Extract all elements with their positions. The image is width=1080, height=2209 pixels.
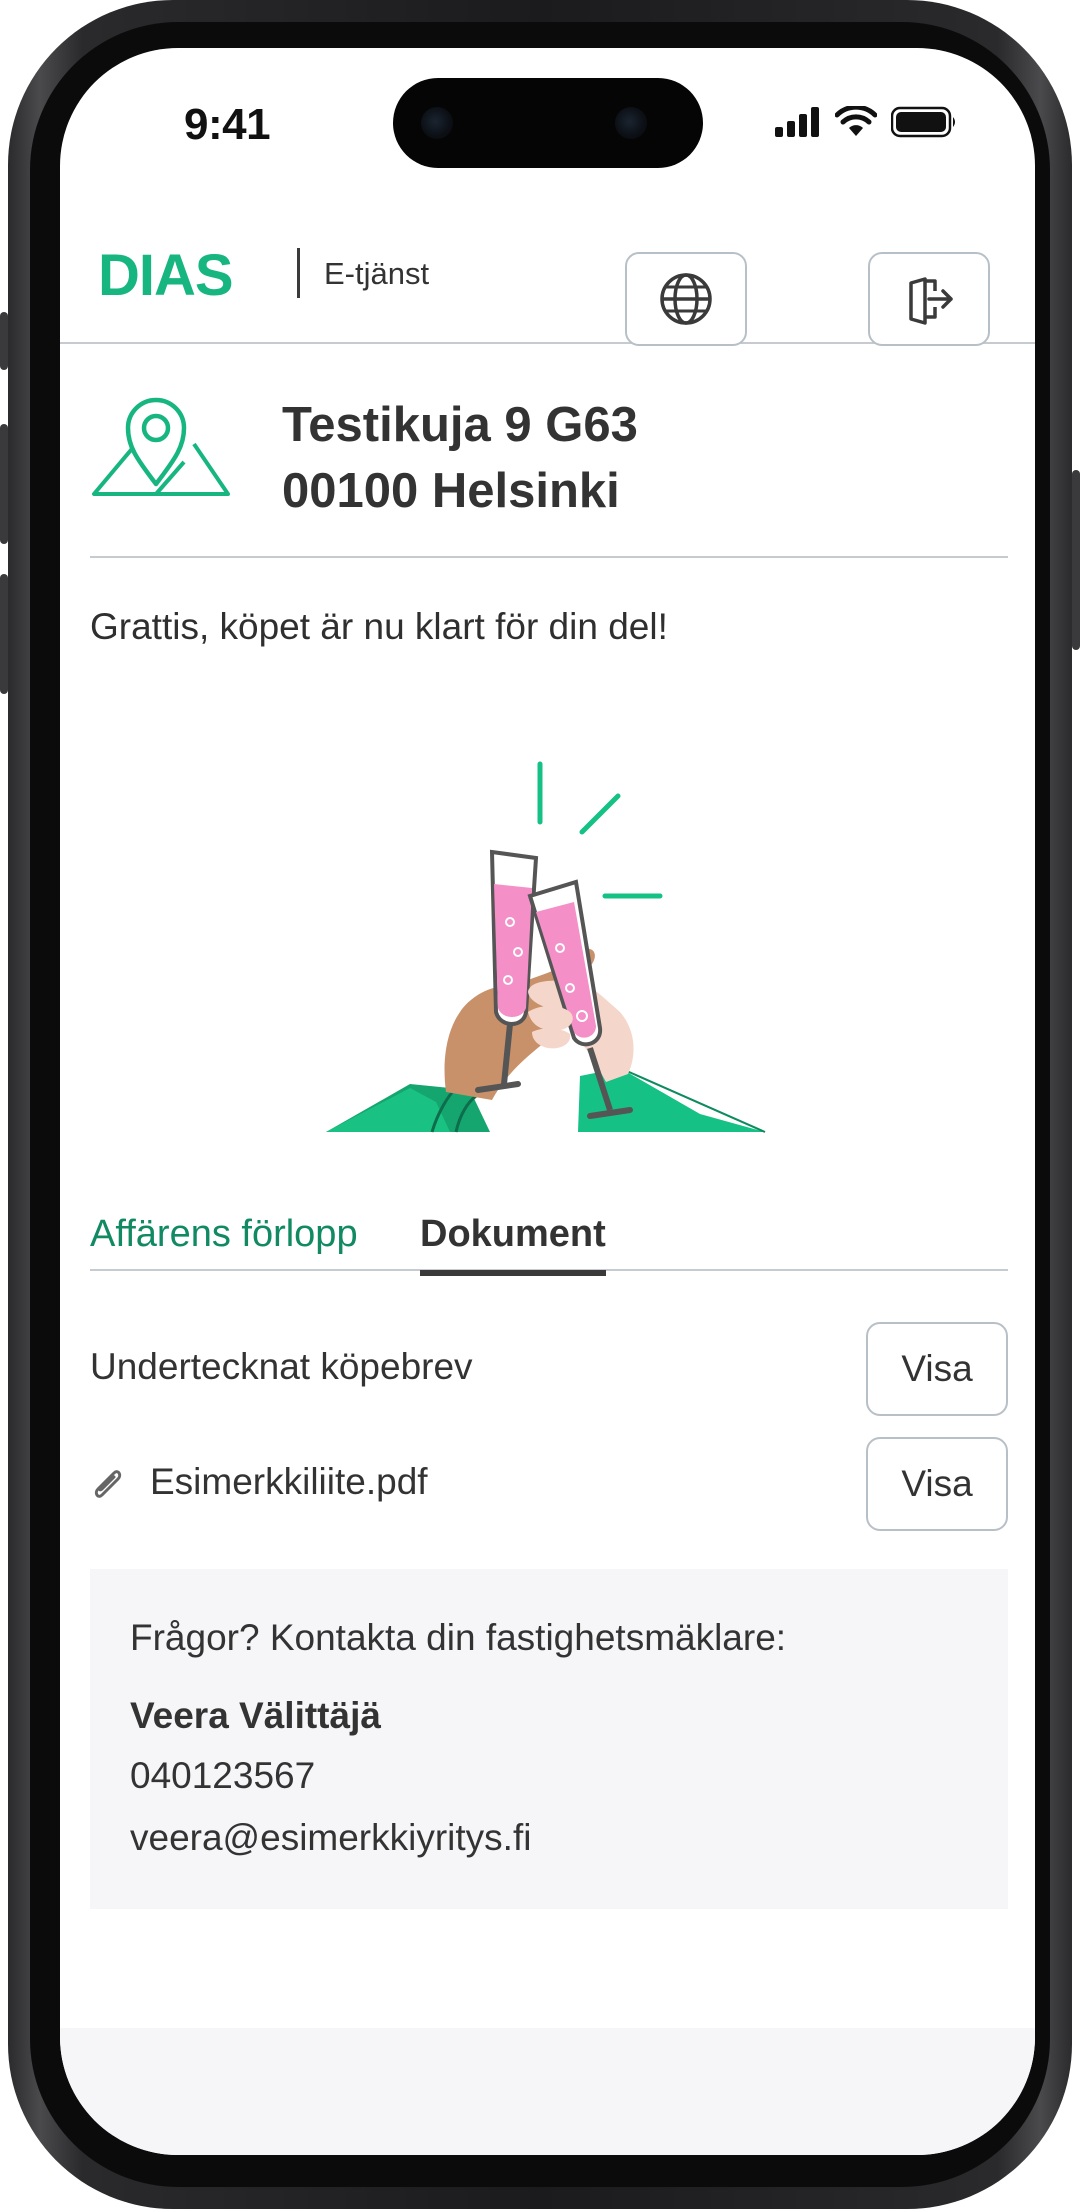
globe-icon [660, 273, 712, 325]
view-attachment-button[interactable]: Visa [866, 1437, 1008, 1531]
document-name: Undertecknat köpebrev [90, 1346, 473, 1387]
power-button [1072, 470, 1080, 650]
signal-icon [775, 107, 819, 137]
address-line-1: Testikuja 9 G63 [282, 398, 638, 452]
tab-affarens-forlopp[interactable]: Affärens förlopp [90, 1213, 358, 1256]
document-row: Undertecknat köpebrev Visa [90, 1322, 1008, 1416]
contact-question: Frågor? Kontakta din fastighetsmäklare: [130, 1617, 787, 1658]
service-name: E-tjänst [324, 256, 430, 291]
agent-phone[interactable]: 040123567 [130, 1755, 315, 1797]
dynamic-island [393, 78, 703, 168]
action-button [0, 312, 8, 370]
view-document-button[interactable]: Visa [866, 1322, 1008, 1416]
agent-email[interactable]: veera@esimerkkiyritys.fi [130, 1817, 531, 1859]
screen: 9:41 DIAS E-tjänst Testikuja 9 G63 00100… [60, 48, 1035, 2155]
logout-icon [909, 277, 953, 325]
status-time: 9:41 [184, 100, 271, 149]
paperclip-icon [94, 1470, 122, 1498]
toast-illustration [326, 761, 766, 1133]
congrats-message: Grattis, köpet är nu klart för din del! [90, 606, 668, 647]
tabs: Affärens förlopp Dokument [90, 1191, 1008, 1276]
sensor-icon [421, 107, 453, 139]
phone-frame: 9:41 DIAS E-tjänst Testikuja 9 G63 00100… [0, 0, 1080, 2209]
language-button[interactable] [625, 252, 747, 346]
wifi-icon [835, 106, 877, 136]
attachment-name[interactable]: Esimerkkiliite.pdf [150, 1461, 428, 1503]
volume-up-button [0, 424, 8, 544]
property-address: Testikuja 9 G63 00100 Helsinki [90, 388, 1008, 558]
logout-button[interactable] [868, 252, 990, 346]
logo[interactable]: DIAS [98, 242, 234, 309]
camera-icon [615, 107, 647, 139]
document-row: Esimerkkiliite.pdf Visa [90, 1437, 1008, 1531]
address-line-2: 00100 Helsinki [282, 464, 620, 518]
status-icons [775, 102, 957, 142]
contact-card: Frågor? Kontakta din fastighetsmäklare: … [90, 1569, 1008, 1909]
tab-dokument[interactable]: Dokument [420, 1213, 606, 1276]
battery-icon [891, 106, 955, 138]
agent-name: Veera Välittäjä [130, 1695, 381, 1736]
logo-divider [297, 248, 300, 298]
volume-down-button [0, 574, 8, 694]
location-pin-icon [92, 397, 230, 496]
footer-area [60, 2028, 1035, 2155]
app-header: DIAS E-tjänst [60, 206, 1035, 346]
